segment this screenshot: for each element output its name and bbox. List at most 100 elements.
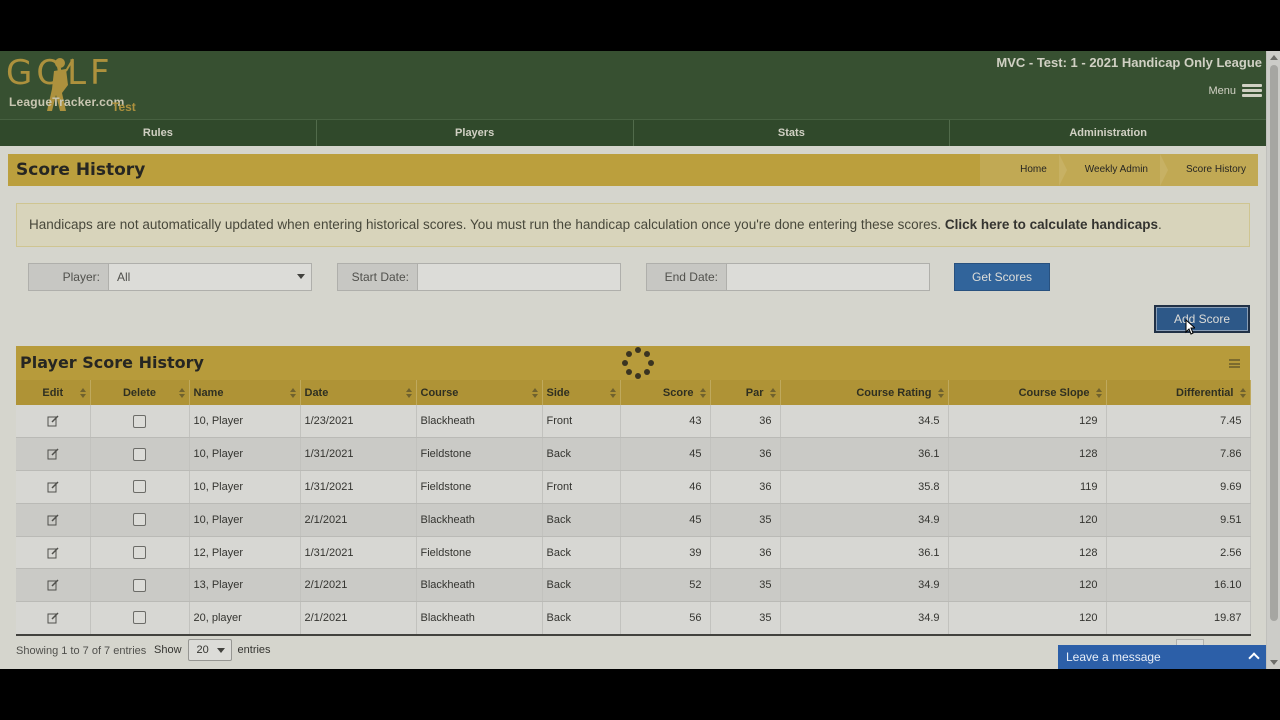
page-length-select[interactable]: 20: [187, 639, 232, 661]
delete-checkbox[interactable]: [133, 447, 146, 461]
cell-course-slope: 120: [948, 503, 1107, 537]
cell-course: Blackheath: [416, 503, 543, 537]
edit-icon[interactable]: [47, 579, 59, 591]
scroll-down-icon[interactable]: [1270, 660, 1278, 665]
menu-button[interactable]: Menu: [1208, 84, 1262, 97]
end-date-input[interactable]: [727, 264, 929, 290]
delete-checkbox[interactable]: [133, 611, 146, 625]
league-title: MVC - Test: 1 - 2021 Handicap Only Leagu…: [996, 55, 1262, 70]
cell-date: 2/1/2021: [300, 503, 417, 537]
cell-differential: 9.51: [1106, 503, 1251, 537]
cell-delete: [90, 437, 190, 472]
table-row: 10, Player 2/1/2021 Blackheath Back 45 35 34.9…: [16, 503, 1251, 537]
nav-rules[interactable]: Rules: [0, 120, 317, 146]
edit-icon[interactable]: [47, 514, 59, 526]
column-header-delete[interactable]: Delete: [90, 380, 190, 405]
cell-par: 36: [710, 405, 781, 439]
delete-checkbox[interactable]: [133, 414, 146, 428]
cell-score: 39: [620, 536, 711, 570]
nav-stats[interactable]: Stats: [634, 120, 951, 146]
cell-course-rating: 36.1: [780, 437, 949, 472]
column-header-date[interactable]: Date: [300, 380, 417, 405]
panel-title: Player Score History: [20, 353, 204, 372]
end-date-label: End Date:: [647, 264, 727, 290]
column-header-course-rating[interactable]: Course Rating: [780, 380, 949, 405]
table-info: Showing 1 to 7 of 7 entries: [16, 645, 147, 657]
cell-edit: [16, 470, 91, 504]
page-length-value: 20: [196, 644, 209, 656]
breadcrumb-home[interactable]: Home: [980, 154, 1067, 186]
column-header-score[interactable]: Score: [620, 380, 711, 405]
cell-delete: [90, 536, 190, 570]
chevron-down-icon: [297, 274, 305, 279]
delete-checkbox[interactable]: [133, 546, 146, 560]
column-header-par[interactable]: Par: [710, 380, 781, 405]
column-header-course[interactable]: Course: [416, 380, 543, 405]
add-score-button[interactable]: Add Score: [1154, 305, 1250, 333]
player-label: Player:: [29, 264, 109, 290]
cell-course: Blackheath: [416, 568, 543, 603]
table-body: 10, Player 1/23/2021 Blackheath Front 43 36 34…: [16, 405, 1251, 636]
cell-delete: [90, 503, 190, 537]
panel-menu-icon[interactable]: [1229, 359, 1240, 368]
column-header-edit[interactable]: Edit: [16, 380, 91, 405]
table-header-row: Edit Delete Name Date Course Side Score …: [16, 380, 1251, 405]
sort-icon: [405, 388, 412, 398]
column-header-side[interactable]: Side: [542, 380, 621, 405]
cell-score: 46: [620, 470, 711, 504]
nav-administration[interactable]: Administration: [950, 120, 1266, 146]
cell-course-slope: 129: [948, 405, 1107, 439]
cell-course-rating: 35.8: [780, 470, 949, 504]
cell-course: Blackheath: [416, 405, 543, 439]
cell-differential: 7.45: [1106, 405, 1251, 439]
cell-edit: [16, 536, 91, 570]
edit-icon[interactable]: [47, 547, 59, 559]
cell-side: Back: [542, 437, 621, 472]
calculate-handicaps-link[interactable]: Click here to calculate handicaps: [945, 217, 1158, 232]
sort-icon: [531, 388, 538, 398]
cell-course-slope: 128: [948, 437, 1107, 472]
scroll-thumb[interactable]: [1270, 65, 1278, 621]
nav-players[interactable]: Players: [317, 120, 634, 146]
cell-course-slope: 120: [948, 601, 1107, 636]
cell-edit: [16, 601, 91, 636]
cell-differential: 2.56: [1106, 536, 1251, 570]
column-header-course-slope[interactable]: Course Slope: [948, 380, 1107, 405]
breadcrumb-weekly-admin[interactable]: Weekly Admin: [1059, 154, 1169, 186]
edit-icon[interactable]: [47, 481, 59, 493]
cell-course-rating: 36.1: [780, 536, 949, 570]
cell-edit: [16, 503, 91, 537]
cell-differential: 16.10: [1106, 568, 1251, 603]
delete-checkbox[interactable]: [133, 513, 146, 527]
table-row: 12, Player 1/31/2021 Fieldstone Back 39 36 36.…: [16, 536, 1251, 570]
page-scrollbar[interactable]: [1266, 51, 1280, 669]
table-row: 13, Player 2/1/2021 Blackheath Back 52 35 34.9…: [16, 568, 1251, 603]
cell-differential: 9.69: [1106, 470, 1251, 504]
column-header-differential[interactable]: Differential: [1106, 380, 1251, 405]
table-row: 10, Player 1/23/2021 Blackheath Front 43 36 34…: [16, 405, 1251, 439]
edit-icon[interactable]: [47, 448, 59, 460]
delete-checkbox[interactable]: [133, 578, 146, 592]
sort-icon: [1239, 388, 1246, 398]
column-header-name[interactable]: Name: [189, 380, 301, 405]
cell-par: 35: [710, 503, 781, 537]
start-date-filter: Start Date:: [337, 263, 621, 291]
cell-date: 1/23/2021: [300, 405, 417, 439]
chat-label: Leave a message: [1066, 650, 1161, 664]
leave-message-widget[interactable]: Leave a message: [1058, 645, 1266, 669]
delete-checkbox[interactable]: [133, 480, 146, 494]
cell-course-rating: 34.9: [780, 568, 949, 603]
cell-side: Front: [542, 405, 621, 439]
cell-edit: [16, 568, 91, 603]
get-scores-button[interactable]: Get Scores: [954, 263, 1050, 291]
cell-course-slope: 119: [948, 470, 1107, 504]
score-history-table: Edit Delete Name Date Course Side Score …: [16, 380, 1251, 636]
start-date-input[interactable]: [418, 264, 620, 290]
scroll-up-icon[interactable]: [1270, 55, 1278, 60]
edit-icon[interactable]: [47, 612, 59, 624]
cell-score: 43: [620, 405, 711, 439]
edit-icon[interactable]: [47, 415, 59, 427]
loading-spinner-icon: [622, 347, 654, 379]
cell-date: 2/1/2021: [300, 601, 417, 636]
player-select[interactable]: All: [109, 264, 311, 290]
